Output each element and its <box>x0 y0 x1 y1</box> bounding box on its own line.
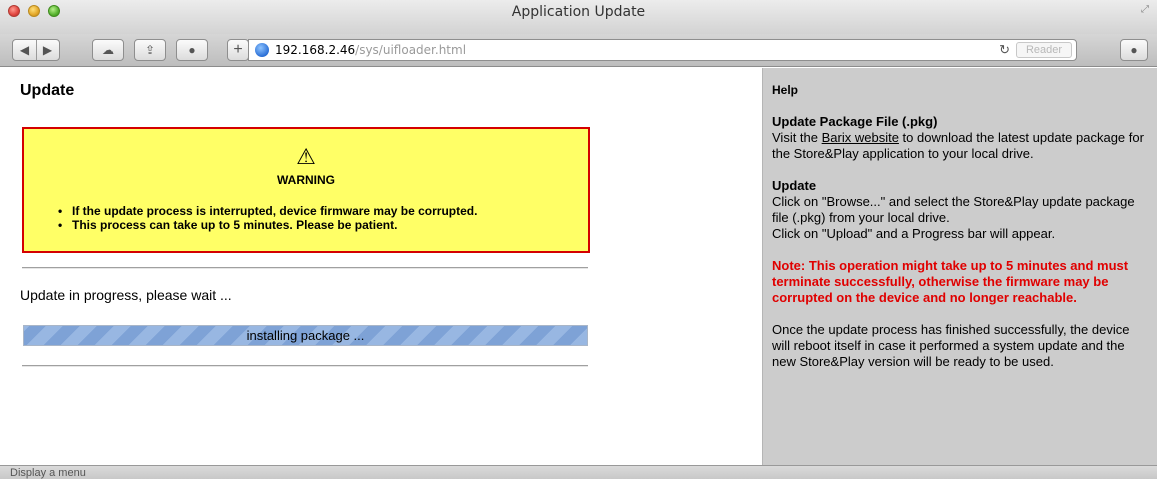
forward-icon[interactable]: ▶ <box>36 40 59 60</box>
help-text-upload: Click on "Upload" and a Progress bar wil… <box>772 226 1056 241</box>
window-title: Application Update <box>511 4 646 20</box>
divider <box>22 365 588 367</box>
url-path: /sys/uifloader.html <box>355 43 467 57</box>
warning-icon: ⚠ <box>296 144 316 169</box>
downloads-button[interactable]: ● <box>1120 39 1148 61</box>
barix-website-link[interactable]: Barix website <box>822 130 899 145</box>
fullscreen-icon[interactable]: ⤢ <box>1141 4 1149 15</box>
progress-status-text: Update in progress, please wait ... <box>20 287 232 303</box>
extension-icon: ● <box>188 43 196 57</box>
add-bookmark-button[interactable]: + <box>227 39 249 61</box>
progress-label: installing package ... <box>246 328 365 343</box>
back-icon[interactable]: ◀ <box>13 40 36 60</box>
warning-title: WARNING <box>277 173 335 187</box>
url-host: 192.168.2.46 <box>275 43 356 57</box>
status-bar: Display a menu <box>0 465 1157 479</box>
page-title: Update <box>20 82 75 99</box>
warning-item: This process can take up to 5 minutes. P… <box>58 218 477 232</box>
address-bar[interactable]: 192.168.2.46/sys/uifloader.html ↻ Reader <box>248 39 1077 61</box>
icloud-tabs-button[interactable]: ☁ <box>92 39 124 61</box>
window-titlebar: Application Update ⤢ <box>0 0 1157 34</box>
help-note: Note: This operation might take up to 5 … <box>772 258 1129 305</box>
extension-button[interactable]: ● <box>176 39 208 61</box>
back-forward-buttons: ◀ ▶ <box>12 39 60 61</box>
help-section-update: Update Click on "Browse..." and select t… <box>772 178 1148 242</box>
progress-bar: installing package ... <box>23 325 588 346</box>
help-text-browse: Click on "Browse..." and select the Stor… <box>772 194 1135 225</box>
help-title: Help <box>772 83 799 97</box>
reader-button[interactable]: Reader <box>1016 42 1072 58</box>
warning-list: If the update process is interrupted, de… <box>58 204 477 232</box>
divider <box>22 267 588 269</box>
help-heading-update: Update <box>772 178 817 193</box>
globe-icon <box>255 43 269 57</box>
share-button[interactable]: ⇪ <box>134 39 166 61</box>
share-icon: ⇪ <box>144 43 156 57</box>
warning-item: If the update process is interrupted, de… <box>58 204 477 218</box>
reload-icon[interactable]: ↻ <box>999 40 1010 60</box>
help-text-final: Once the update process has finished suc… <box>772 322 1130 369</box>
cloud-icon: ☁ <box>102 43 114 57</box>
help-heading-package: Update Package File (.pkg) <box>772 114 938 129</box>
main-content: Update ⚠ WARNING If the update process i… <box>0 68 762 465</box>
help-text: Visit the <box>772 130 822 145</box>
url-text: 192.168.2.46/sys/uifloader.html <box>275 40 466 60</box>
download-icon: ● <box>1130 43 1138 57</box>
help-text-package: Visit the Barix website to download the … <box>772 130 1148 162</box>
browser-toolbar: ◀ ▶ ☁ ⇪ ● + 192.168.2.46/sys/uifloader.ht… <box>0 34 1157 67</box>
help-panel: Help Update Package File (.pkg) Visit th… <box>762 68 1157 465</box>
help-section-package: Update Package File (.pkg) Visit the Bar… <box>772 114 1148 162</box>
warning-box: ⚠ WARNING If the update process is inter… <box>22 127 590 253</box>
